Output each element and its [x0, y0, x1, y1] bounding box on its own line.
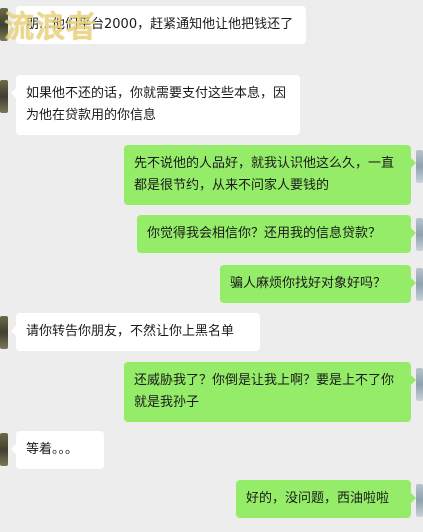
user-avatar[interactable] — [416, 150, 423, 183]
message-outgoing: 你觉得我会相信你？还用我的信息贷款？ — [137, 215, 416, 253]
message-outgoing: 还威胁我了？你倒是让我上啊？要是上不了你就是我孙子 — [124, 362, 416, 422]
message-outgoing: 骗人麻烦你找好对象好吗？ — [220, 265, 416, 303]
user-avatar[interactable] — [416, 368, 423, 401]
contact-avatar[interactable] — [0, 316, 8, 349]
contact-avatar[interactable] — [0, 80, 8, 113]
contact-avatar[interactable] — [0, 433, 8, 466]
user-avatar[interactable] — [416, 218, 423, 251]
message-outgoing: 好的，没问题，西油啦啦 — [236, 480, 416, 518]
message-incoming: 如果他不还的话，你就需要支付这些本息，因为他在贷款用的你信息 — [11, 75, 300, 135]
message-incoming: 请你转告你朋友，不然让你上黑名单 — [11, 313, 260, 351]
user-avatar[interactable] — [416, 268, 423, 301]
watermark-logo: 流浪者 — [4, 10, 97, 45]
message-outgoing: 先不说他的人品好，就我认识他这么久，一直都是很节约，从来不问家人要钱的 — [124, 145, 416, 205]
user-avatar[interactable] — [416, 484, 423, 517]
message-incoming: 等着。。。 — [11, 431, 104, 469]
